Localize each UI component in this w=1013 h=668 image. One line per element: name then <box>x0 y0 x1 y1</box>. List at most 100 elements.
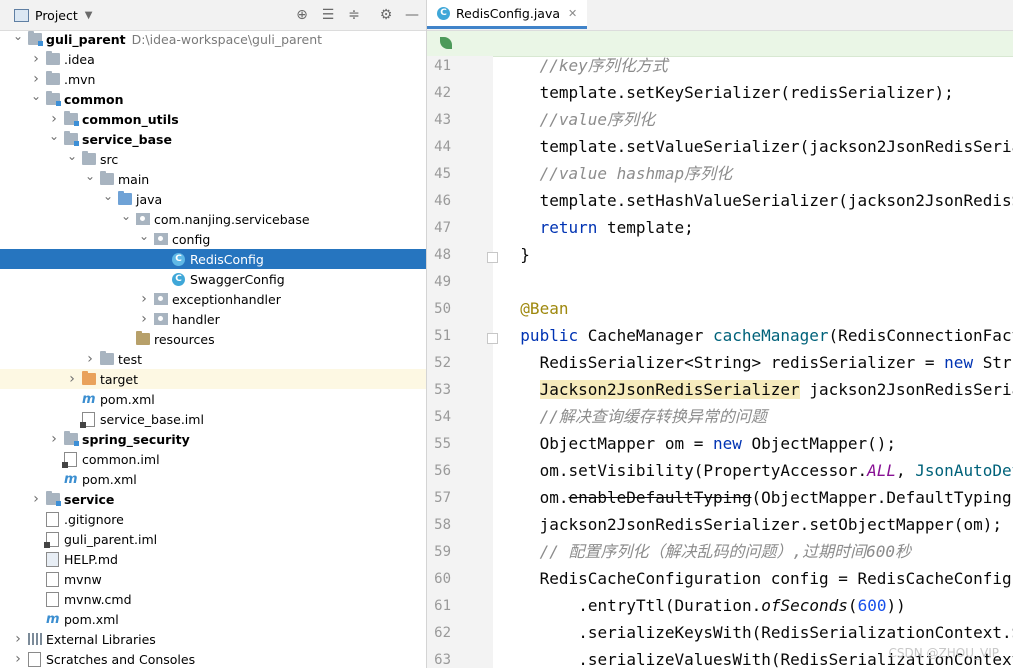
chevron-right-icon[interactable]: › <box>84 351 96 367</box>
line-number: 58 <box>434 517 451 533</box>
file-icon <box>46 571 59 587</box>
chevron-right-icon[interactable]: › <box>48 431 60 447</box>
chevron-down-icon[interactable]: ⌄ <box>66 149 78 163</box>
tree-item-label: guli_parent <box>46 31 126 47</box>
chevron-down-icon[interactable]: ⌄ <box>102 189 114 203</box>
markdown-file-icon <box>46 551 59 567</box>
chevron-right-icon[interactable]: › <box>48 111 60 127</box>
chevron-down-icon[interactable]: ⌄ <box>120 209 132 223</box>
spring-leaf-icon[interactable] <box>440 37 452 49</box>
gear-icon[interactable]: ⚙ <box>377 6 395 24</box>
chevron-right-icon[interactable]: › <box>138 291 150 307</box>
tree-item[interactable]: common.iml <box>0 449 426 469</box>
tree-item[interactable]: m pom.xml <box>0 469 426 489</box>
chevron-down-icon[interactable]: ⌄ <box>84 169 96 183</box>
tree-item[interactable]: › service <box>0 489 426 509</box>
tree-item[interactable]: m pom.xml <box>0 389 426 409</box>
tree-item[interactable]: .gitignore <box>0 509 426 529</box>
module-folder-icon <box>28 31 43 46</box>
tree-item[interactable]: guli_parent.iml <box>0 529 426 549</box>
tree-item[interactable]: HELP.md <box>0 549 426 569</box>
chevron-down-icon[interactable]: ⌄ <box>12 29 24 43</box>
project-view-selector[interactable]: Project ▼ <box>14 8 92 23</box>
iml-file-icon <box>44 531 59 548</box>
tree-item[interactable]: ⌄ common <box>0 89 426 109</box>
expand-all-icon[interactable]: ☰ <box>319 6 337 24</box>
chevron-down-icon[interactable]: ⌄ <box>30 89 42 103</box>
tree-item[interactable]: › .idea <box>0 49 426 69</box>
select-opened-file-icon[interactable]: ⊕ <box>293 6 311 24</box>
chevron-right-icon[interactable]: › <box>66 371 78 387</box>
tree-item-label: resources <box>154 331 215 347</box>
tree-item-label: mvnw <box>64 571 102 587</box>
tree-item[interactable]: › External Libraries <box>0 629 426 649</box>
tree-item[interactable]: › common_utils <box>0 109 426 129</box>
code-line: om.setVisibility(PropertyAccessor.ALL, J… <box>539 461 1013 480</box>
chevron-down-icon[interactable]: ⌄ <box>138 229 150 243</box>
tree-item[interactable]: › target <box>0 369 426 389</box>
editor-area: C RedisConfig.java ✕ 41 42 43 44 45 46 47 48 49 5… <box>427 0 1013 668</box>
tree-item[interactable]: resources <box>0 329 426 349</box>
tree-item[interactable]: ⌄ com.nanjing.servicebase <box>0 209 426 229</box>
tree-item[interactable]: › Scratches and Consoles <box>0 649 426 668</box>
line-number: 62 <box>434 625 451 641</box>
tree-item[interactable]: › test <box>0 349 426 369</box>
code-content[interactable]: //key序列化方式 template.setKeySerializer(redi… <box>493 56 1013 668</box>
class-icon: C <box>437 6 450 20</box>
line-number-gutter: 41 42 43 44 45 46 47 48 49 50 51 52 53 54 55 56 57 58 59 60… <box>427 56 498 668</box>
chevron-down-icon[interactable]: ⌄ <box>48 129 60 143</box>
line-number: 49 <box>434 274 451 290</box>
line-number: 50 <box>434 301 451 317</box>
tree-item[interactable]: › spring_security <box>0 429 426 449</box>
tree-item[interactable]: ⌄ java <box>0 189 426 209</box>
line-number: 41 <box>434 58 451 74</box>
tree-item-label: handler <box>172 311 220 327</box>
tree-item-label: Scratches and Consoles <box>46 651 196 667</box>
chevron-right-icon[interactable]: › <box>30 51 42 67</box>
tree-item[interactable]: ⌄ guli_parent D:\idea-workspace\guli_paren… <box>0 29 426 49</box>
project-window-icon <box>14 8 29 22</box>
watermark: CSDN @ZHOU_VIP <box>888 646 999 660</box>
tree-item[interactable]: › .mvn <box>0 69 426 89</box>
line-number: 52 <box>434 355 451 371</box>
close-icon[interactable]: ✕ <box>568 7 577 20</box>
code-line: Jackson2JsonRedisSerializer jackson2Json… <box>539 380 1013 399</box>
tree-item[interactable]: m pom.xml <box>0 609 426 629</box>
tree-item-label: service_base <box>82 131 172 147</box>
excluded-folder-icon <box>82 371 96 385</box>
source-folder-icon <box>118 191 132 205</box>
hide-panel-icon[interactable]: — <box>403 6 421 24</box>
tree-item[interactable]: mvnw.cmd <box>0 589 426 609</box>
line-number: 51 <box>434 328 451 344</box>
chevron-right-icon[interactable]: › <box>30 71 42 87</box>
tree-item[interactable]: service_base.iml <box>0 409 426 429</box>
package-icon <box>154 233 168 245</box>
chevron-right-icon[interactable]: › <box>12 631 24 647</box>
tree-item[interactable]: ⌄ service_base <box>0 129 426 149</box>
module-folder-icon <box>64 131 79 146</box>
collapse-all-icon[interactable]: ≑ <box>345 6 363 24</box>
line-number: 44 <box>434 139 451 155</box>
tree-item-label: config <box>172 231 211 247</box>
tree-item[interactable]: ⌄ src <box>0 149 426 169</box>
chevron-right-icon[interactable]: › <box>12 651 24 667</box>
tree-item[interactable]: C RedisConfig <box>0 249 426 269</box>
tab-redisconfig[interactable]: C RedisConfig.java ✕ <box>427 0 588 29</box>
package-icon <box>136 213 150 225</box>
chevron-right-icon[interactable]: › <box>138 311 150 327</box>
tree-item[interactable]: › handler <box>0 309 426 329</box>
tree-item[interactable]: ⌄ config <box>0 229 426 249</box>
line-number: 57 <box>434 490 451 506</box>
chevron-right-icon[interactable]: › <box>30 491 42 507</box>
tree-item[interactable]: ⌄ main <box>0 169 426 189</box>
tree-item-label: common <box>64 91 124 107</box>
tree-item[interactable]: mvnw <box>0 569 426 589</box>
line-number: 47 <box>434 220 451 236</box>
tree-item[interactable]: C SwaggerConfig <box>0 269 426 289</box>
tree-item[interactable]: › exceptionhandler <box>0 289 426 309</box>
tree-item-label: common_utils <box>82 111 179 127</box>
